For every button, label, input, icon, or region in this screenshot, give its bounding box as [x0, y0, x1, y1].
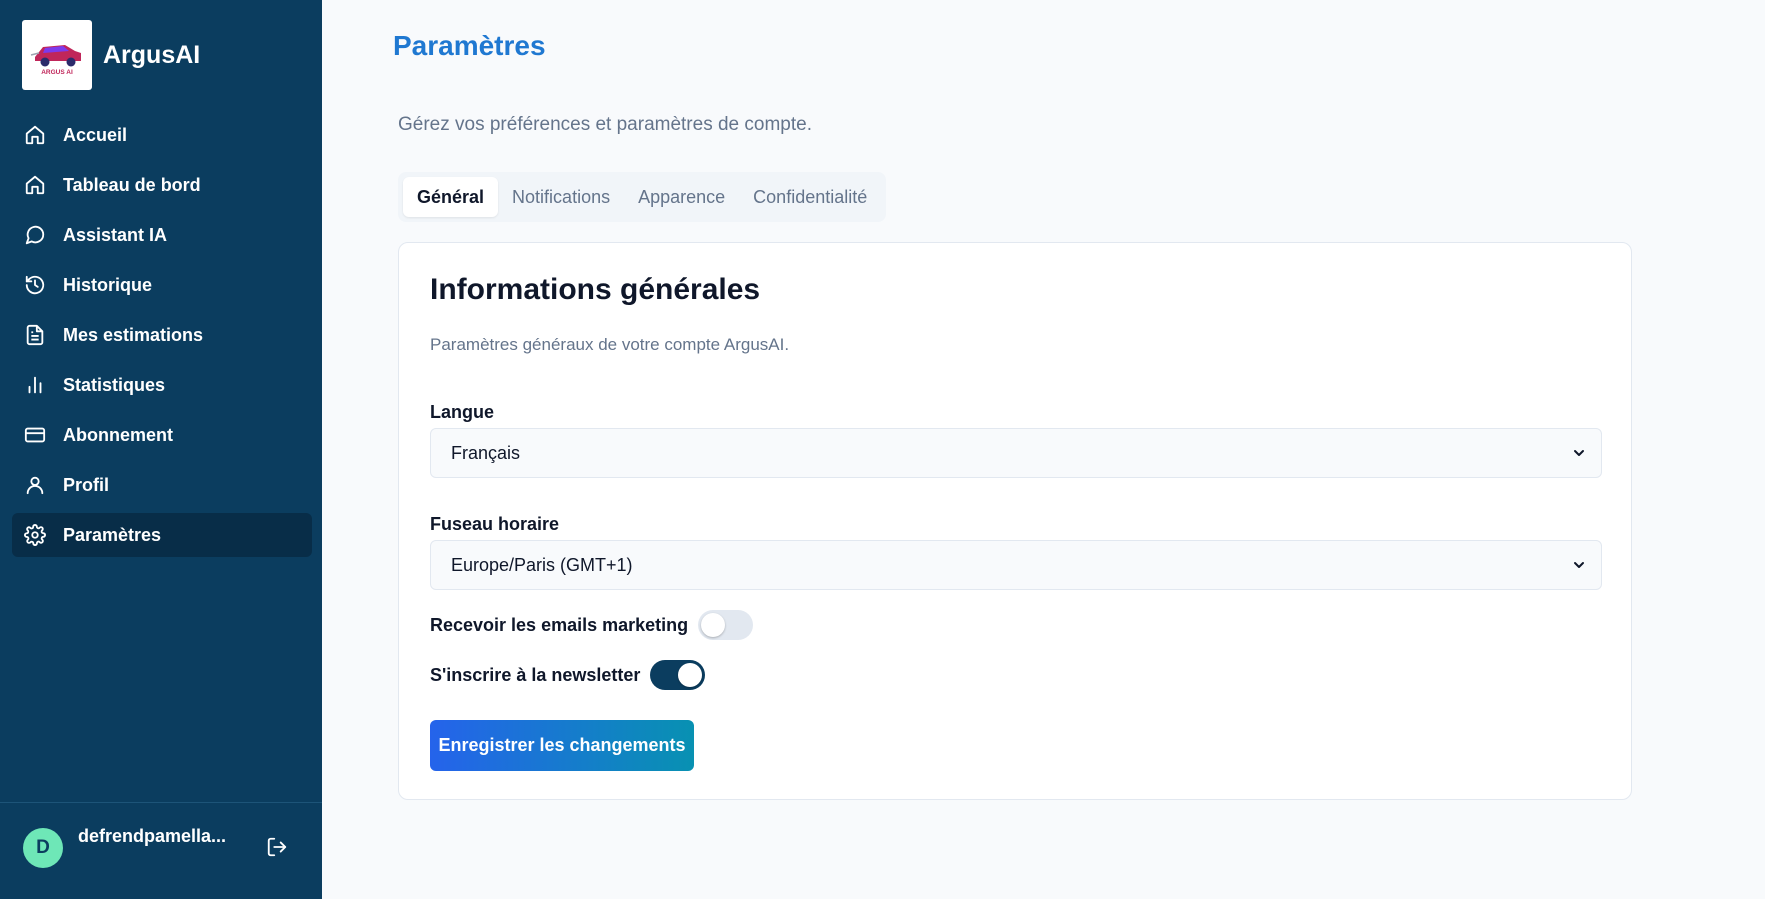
timezone-select[interactable]: Europe/Paris (GMT+1) — [430, 540, 1602, 590]
sidebar-item-accueil[interactable]: Accueil — [12, 113, 312, 157]
sidebar-item-abonnement[interactable]: Abonnement — [12, 413, 312, 457]
timezone-label: Fuseau horaire — [430, 514, 560, 534]
chevron-down-icon — [1571, 445, 1587, 461]
brand-name: ArgusAI — [103, 40, 201, 69]
sidebar-item-profil[interactable]: Profil — [12, 463, 312, 507]
sidebar-item-label: Historique — [63, 274, 153, 295]
sidebar-item-label: Abonnement — [63, 424, 173, 445]
marketing-emails-toggle[interactable] — [698, 610, 754, 640]
user-name: defrendpamella... — [78, 826, 227, 846]
sidebar-item-statistiques[interactable]: Statistiques — [12, 363, 312, 407]
sidebar-item-label: Tableau de bord — [63, 174, 201, 195]
general-settings-card: Informations générales Paramètres généra… — [398, 242, 1632, 800]
user-icon — [23, 473, 47, 497]
home-icon — [23, 173, 47, 197]
newsletter-toggle[interactable] — [650, 660, 706, 690]
sidebar-item-historique[interactable]: Historique — [12, 263, 312, 307]
tab-confidentialite[interactable]: Confidentialité — [739, 177, 881, 217]
newsletter-label: S'inscrire à la newsletter — [430, 664, 641, 685]
chat-icon — [23, 223, 47, 247]
tab-notifications[interactable]: Notifications — [498, 177, 624, 217]
main-content: Paramètres Gérez vos préférences et para… — [322, 0, 1765, 899]
logout-icon[interactable] — [266, 836, 290, 860]
car-logo-icon: ARGUS AI — [30, 45, 81, 76]
sidebar-item-assistant-ia[interactable]: Assistant IA — [12, 213, 312, 257]
toggle-knob — [701, 613, 726, 637]
tab-apparence[interactable]: Apparence — [624, 177, 739, 217]
chevron-down-icon — [1571, 557, 1587, 573]
language-select[interactable]: Français — [430, 428, 1602, 478]
document-icon — [23, 323, 47, 347]
argus-logo: ARGUS AI — [22, 20, 92, 90]
sidebar-item-parametres[interactable]: Paramètres — [12, 513, 312, 557]
sidebar-item-label: Accueil — [63, 124, 128, 145]
sidebar-nav: Accueil Tableau de bord Assistant IA His… — [12, 113, 312, 563]
marketing-emails-row: Recevoir les emails marketing — [430, 610, 754, 640]
gear-icon — [23, 523, 47, 547]
settings-tabs: Général Notifications Apparence Confiden… — [398, 172, 887, 222]
bar-chart-icon — [23, 373, 47, 397]
credit-card-icon — [23, 423, 47, 447]
marketing-emails-label: Recevoir les emails marketing — [430, 614, 689, 635]
sidebar-item-label: Assistant IA — [63, 224, 168, 245]
save-changes-button[interactable]: Enregistrer les changements — [430, 720, 694, 771]
toggle-knob — [678, 663, 703, 687]
sidebar-item-label: Profil — [63, 474, 110, 495]
sidebar: ARGUS AI ArgusAI Accueil Tableau de bord… — [0, 0, 322, 899]
sidebar-item-tableau-de-bord[interactable]: Tableau de bord — [12, 163, 312, 207]
svg-text:ARGUS AI: ARGUS AI — [41, 69, 73, 76]
card-description: Paramètres généraux de votre compte Argu… — [430, 335, 790, 354]
sidebar-item-label: Mes estimations — [63, 324, 204, 345]
page-title: Paramètres — [393, 30, 546, 61]
language-label: Langue — [430, 402, 495, 422]
card-title: Informations générales — [430, 273, 761, 306]
home-icon — [23, 123, 47, 147]
newsletter-row: S'inscrire à la newsletter — [430, 660, 706, 690]
history-icon — [23, 273, 47, 297]
tab-general[interactable]: Général — [403, 177, 499, 217]
brand[interactable]: ARGUS AI ArgusAI — [22, 20, 200, 90]
avatar[interactable]: D — [23, 828, 63, 868]
sidebar-item-mes-estimations[interactable]: Mes estimations — [12, 313, 312, 357]
sidebar-item-label: Statistiques — [63, 374, 166, 395]
sidebar-item-label: Paramètres — [63, 524, 162, 545]
timezone-value: Europe/Paris (GMT+1) — [451, 554, 633, 575]
user-panel: D defrendpamella... — [0, 802, 322, 899]
page-subtitle: Gérez vos préférences et paramètres de c… — [398, 114, 812, 135]
language-value: Français — [451, 442, 521, 463]
